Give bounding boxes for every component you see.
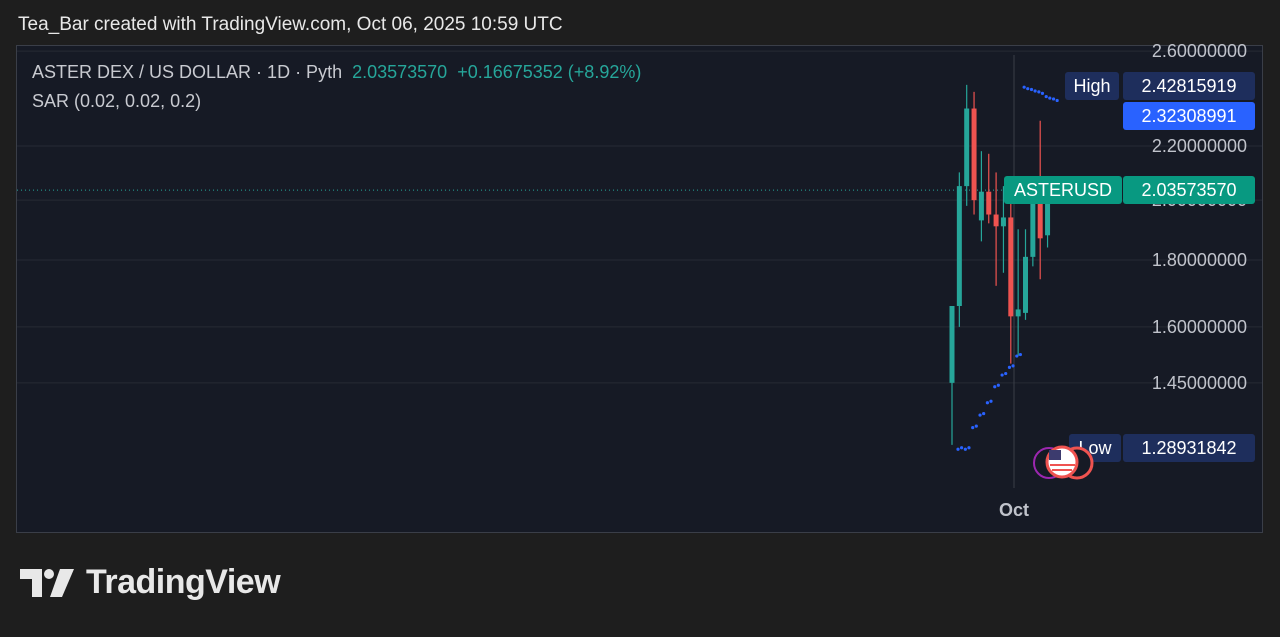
sar-dot — [1018, 352, 1023, 357]
candle — [1023, 229, 1028, 320]
candle-body — [971, 108, 977, 201]
high-value: 2.42815919 — [1141, 76, 1236, 96]
candle — [1008, 200, 1014, 364]
candle-body — [986, 191, 992, 215]
sar-dot — [978, 413, 982, 417]
candle — [971, 91, 977, 215]
chart-grid — [17, 50, 1262, 384]
sar-dot — [1051, 97, 1056, 101]
candle-body — [964, 108, 970, 187]
sar-dot — [1004, 371, 1008, 376]
symbol-price: 2.03573570 — [352, 62, 448, 82]
tradingview-wordmark: TradingView — [86, 563, 281, 601]
candle — [978, 151, 984, 242]
sar-dot — [982, 411, 986, 416]
candle — [986, 153, 992, 224]
sar-dot — [996, 383, 1000, 387]
indicator-legend: SAR (0.02, 0.02, 0.2) — [32, 91, 202, 111]
x-tick-oct: Oct — [999, 500, 1029, 520]
tradingview-brand: TradingView — [20, 563, 281, 602]
candle-body — [1000, 217, 1006, 227]
candle — [956, 172, 962, 327]
candle — [1015, 229, 1021, 357]
sar-dot — [1011, 364, 1015, 368]
candle — [993, 172, 999, 286]
candle — [949, 305, 955, 445]
candles-group — [949, 84, 1051, 445]
sar-dot — [960, 446, 964, 450]
sar-dot — [1000, 373, 1004, 377]
sar-dot — [1033, 89, 1037, 93]
sar-dot — [974, 424, 978, 428]
candle-body — [978, 191, 984, 221]
y-tick-label: 1.80000000 — [1152, 250, 1247, 270]
candle — [964, 84, 970, 206]
symbol-change: +0.16675352 (+8.92%) — [457, 62, 642, 82]
candle-body — [1008, 217, 1014, 317]
candle-body — [993, 214, 999, 227]
candle-body — [956, 186, 962, 306]
sar-value: 2.32308991 — [1141, 106, 1236, 126]
sar-dot — [967, 446, 971, 450]
event-icons[interactable] — [1033, 445, 1094, 480]
y-tick-label: 2.20000000 — [1152, 136, 1247, 156]
high-label: High — [1073, 76, 1110, 96]
sar-dot — [1037, 90, 1041, 94]
sar-dot — [1026, 87, 1030, 91]
sar-dot — [1048, 96, 1052, 100]
sar-dot — [971, 426, 975, 430]
sar-dot — [963, 447, 967, 451]
y-tick-label: 1.60000000 — [1152, 317, 1247, 337]
sar-dot — [989, 399, 993, 403]
sar-dot — [993, 385, 997, 389]
sar-dot — [1007, 365, 1012, 369]
symbol-name: ASTER DEX / US DOLLAR · 1D · Pyth — [32, 62, 343, 82]
sar-dot — [1015, 354, 1019, 358]
sar-dot — [985, 401, 990, 405]
sar-dot — [1029, 87, 1034, 92]
y-tick-label: 1.45000000 — [1152, 373, 1247, 393]
tradingview-logo-icon — [20, 568, 74, 597]
symbol-legend: ASTER DEX / US DOLLAR · 1D · Pyth 2.03573… — [32, 62, 641, 83]
candle-body — [1015, 309, 1021, 317]
sar-dot — [1044, 94, 1048, 99]
candle-body — [949, 305, 955, 383]
ticker-label: ASTERUSD — [1014, 180, 1112, 200]
sar-dot — [1055, 98, 1059, 103]
sar-dot — [1022, 85, 1026, 89]
sar-dot — [1040, 91, 1045, 95]
sar-dot — [956, 447, 960, 451]
last-price-value: 2.03573570 — [1141, 180, 1236, 200]
candle-body — [1023, 256, 1028, 313]
y-tick-label: 2.60000000 — [1152, 41, 1247, 61]
low-value: 1.28931842 — [1141, 438, 1236, 458]
